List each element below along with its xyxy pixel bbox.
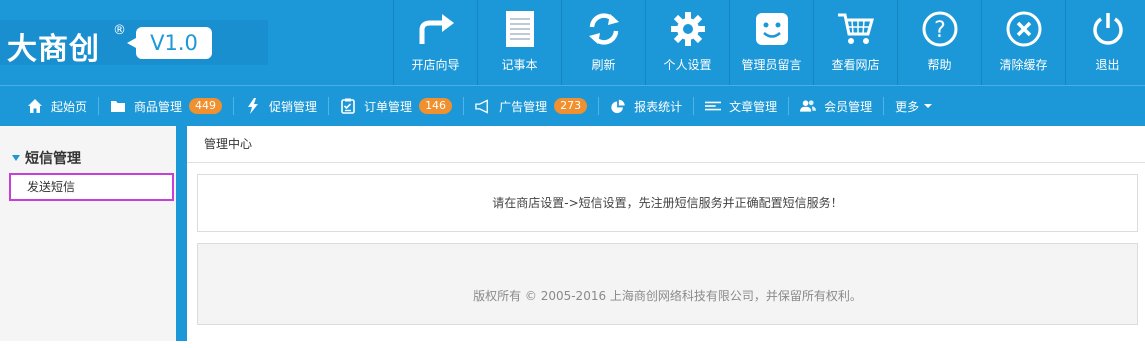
menu-item-label: 文章管理 <box>729 99 778 114</box>
lightning-icon <box>245 98 261 114</box>
top-nav-label: 管理员留言 <box>741 58 802 72</box>
top-nav-label: 个人设置 <box>663 58 712 72</box>
chevron-down-icon <box>924 104 933 108</box>
clear-cache-icon <box>1004 10 1044 48</box>
menu-item-articles[interactable]: 文章管理 <box>705 86 777 127</box>
menu-item-reports[interactable]: 报表统计 <box>610 86 682 127</box>
menu-item-members[interactable]: 会员管理 <box>800 86 872 127</box>
top-nav-view-shop[interactable]: 查看网店 <box>813 0 897 85</box>
logo-text: 大商创 <box>7 32 100 67</box>
menu-item-label: 报表统计 <box>634 99 683 114</box>
menu-item-ads[interactable]: 广告管理 273 <box>475 86 588 127</box>
top-nav: 开店向导 记事本 刷新 个人设置 管理员留言 查看网店 ? 帮助 清除缓存 退出 <box>393 0 1145 85</box>
menu-item-orders[interactable]: 订单管理 146 <box>340 86 453 127</box>
top-nav-label: 退出 <box>1095 58 1120 72</box>
top-nav-help[interactable]: ? 帮助 <box>897 0 981 85</box>
menu-divider <box>98 97 100 115</box>
top-nav-admin-message[interactable]: 管理员留言 <box>729 0 813 85</box>
menu-divider <box>463 97 465 115</box>
menu-divider <box>233 97 235 115</box>
menu-divider <box>788 97 790 115</box>
notepad-icon <box>500 10 540 48</box>
menu-item-promotion[interactable]: 促销管理 <box>245 86 317 127</box>
top-nav-label: 刷新 <box>591 58 616 72</box>
gear-icon <box>668 10 708 48</box>
home-icon <box>27 98 43 114</box>
sidebar-edge <box>176 126 187 341</box>
top-nav-label: 查看网店 <box>831 58 880 72</box>
menu-item-label: 订单管理 <box>364 99 413 114</box>
top-nav-clear-cache[interactable]: 清除缓存 <box>981 0 1065 85</box>
smiley-message-icon <box>752 10 792 48</box>
sidebar-group-label: 短信管理 <box>25 151 81 167</box>
count-badge: 449 <box>189 98 223 114</box>
top-nav-shop-wizard[interactable]: 开店向导 <box>393 0 477 85</box>
top-nav-personal-settings[interactable]: 个人设置 <box>645 0 729 85</box>
menu-item-more[interactable]: 更多 <box>895 86 933 127</box>
top-nav-notepad[interactable]: 记事本 <box>477 0 561 85</box>
folder-icon <box>110 98 126 114</box>
users-icon <box>800 98 817 114</box>
breadcrumb: 管理中心 <box>187 126 1145 163</box>
sidebar-group-sms[interactable]: 短信管理 <box>12 148 81 168</box>
count-badge: 146 <box>419 98 453 114</box>
list-icon <box>705 98 722 114</box>
top-header: 大商创 ® V1.0 开店向导 记事本 刷新 个人设置 管理员留言 查看网店 ?… <box>0 0 1145 85</box>
megaphone-icon <box>475 98 491 114</box>
notice-message: 请在商店设置->短信设置，先注册短信服务并正确配置短信服务！ <box>197 174 1138 232</box>
menu-item-home[interactable]: 起始页 <box>27 86 87 127</box>
logo[interactable]: 大商创 ® V1.0 <box>0 20 268 67</box>
sidebar-item-send-sms[interactable]: 发送短信 <box>9 173 174 201</box>
menu-item-label: 广告管理 <box>499 99 548 114</box>
menu-item-label: 促销管理 <box>269 99 318 114</box>
help-icon: ? <box>920 10 960 48</box>
arrow-turn-right-icon <box>416 10 456 48</box>
menu-divider <box>693 97 695 115</box>
main-menu-bar: 起始页 商品管理 449 促销管理 订单管理 146 广告管理 273 报表统计… <box>0 85 1145 126</box>
top-nav-logout[interactable]: 退出 <box>1065 0 1145 85</box>
top-nav-label: 清除缓存 <box>999 58 1048 72</box>
top-nav-refresh[interactable]: 刷新 <box>561 0 645 85</box>
menu-item-goods[interactable]: 商品管理 449 <box>110 86 223 127</box>
top-nav-label: 开店向导 <box>411 58 460 72</box>
main-content: 管理中心 请在商店设置->短信设置，先注册短信服务并正确配置短信服务！ 版权所有… <box>187 126 1145 341</box>
pie-chart-icon <box>610 98 626 114</box>
menu-item-label: 更多 <box>895 99 920 114</box>
menu-item-label: 起始页 <box>51 99 88 114</box>
menu-item-label: 会员管理 <box>824 99 873 114</box>
cart-icon <box>836 10 876 48</box>
refresh-icon <box>584 10 624 48</box>
copyright-footer: 版权所有 © 2005-2016 上海商创网络科技有限公司，并保留所有权利。 <box>197 243 1138 325</box>
menu-divider <box>328 97 330 115</box>
logo-registered-mark: ® <box>113 23 126 38</box>
caret-down-icon <box>12 155 20 161</box>
menu-item-label: 商品管理 <box>134 99 183 114</box>
sidebar: 短信管理 <box>0 126 176 341</box>
count-badge: 273 <box>554 98 588 114</box>
svg-text:?: ? <box>934 18 946 43</box>
logo-version-badge: V1.0 <box>127 27 212 59</box>
clipboard-icon <box>340 98 356 114</box>
menu-divider <box>883 97 885 115</box>
top-nav-label: 记事本 <box>501 58 538 72</box>
menu-divider <box>598 97 600 115</box>
power-icon <box>1088 10 1128 48</box>
top-nav-label: 帮助 <box>927 58 952 72</box>
